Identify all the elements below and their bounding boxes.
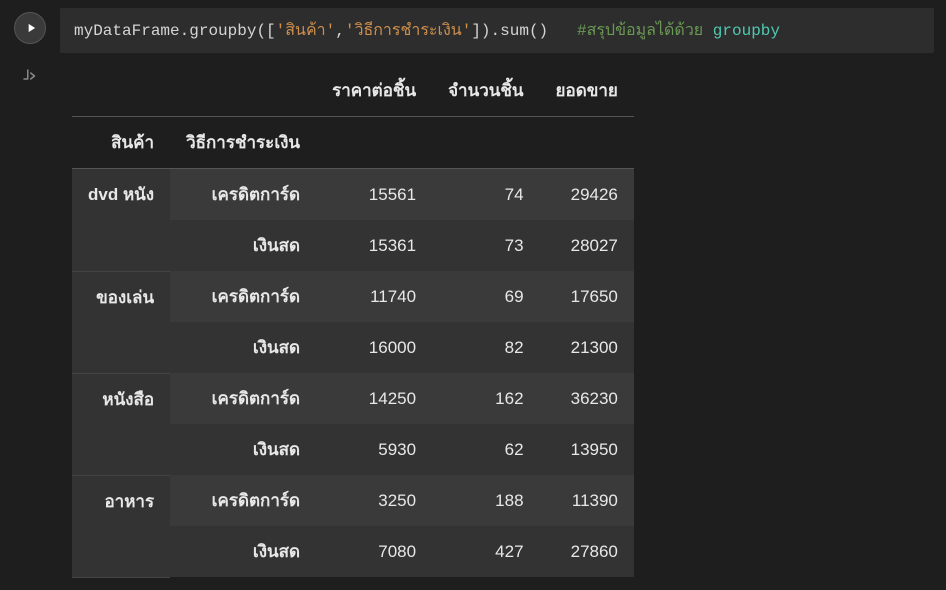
data-cell: 162 [432, 373, 539, 424]
col-header: ยอดขาย [540, 65, 634, 117]
product-index: หนังสือ [72, 373, 170, 475]
payment-index: เงินสด [170, 526, 316, 577]
output-gutter [0, 59, 60, 590]
data-cell: 13950 [540, 424, 634, 475]
run-button[interactable] [14, 12, 46, 44]
output-arrow-icon[interactable] [21, 67, 39, 85]
payment-index: เครดิตการ์ด [170, 271, 316, 322]
data-cell: 73 [432, 220, 539, 271]
table-row: อาหารเครดิตการ์ด325018811390 [72, 475, 634, 526]
payment-index: เครดิตการ์ด [170, 373, 316, 424]
index-header-row: สินค้า วิธีการชำระเงิน [72, 117, 634, 169]
output-area: ราคาต่อชิ้น จำนวนชิ้น ยอดขาย สินค้า วิธี… [60, 59, 946, 590]
data-cell: 3250 [316, 475, 432, 526]
index-header: วิธีการชำระเงิน [170, 117, 316, 169]
payment-index: เครดิตการ์ด [170, 475, 316, 526]
product-index: dvd หนัง [72, 169, 170, 272]
data-cell: 7080 [316, 526, 432, 577]
data-cell: 188 [432, 475, 539, 526]
index-header: สินค้า [72, 117, 170, 169]
data-cell: 82 [432, 322, 539, 373]
code-editor[interactable]: myDataFrame.groupby(['สินค้า','วิธีการชำ… [60, 8, 934, 53]
play-icon [24, 21, 38, 35]
column-header-row: ราคาต่อชิ้น จำนวนชิ้น ยอดขาย [72, 65, 634, 117]
table-row: หนังสือเครดิตการ์ด1425016236230 [72, 373, 634, 424]
data-cell: 14250 [316, 373, 432, 424]
data-cell: 21300 [540, 322, 634, 373]
col-header: จำนวนชิ้น [432, 65, 539, 117]
code-line: myDataFrame.groupby(['สินค้า','วิธีการชำ… [74, 22, 780, 40]
table-row: dvd หนังเครดิตการ์ด155617429426 [72, 169, 634, 221]
data-cell: 27860 [540, 526, 634, 577]
data-cell: 16000 [316, 322, 432, 373]
data-cell: 69 [432, 271, 539, 322]
data-cell: 15361 [316, 220, 432, 271]
data-cell: 36230 [540, 373, 634, 424]
data-cell: 62 [432, 424, 539, 475]
output-cell: ราคาต่อชิ้น จำนวนชิ้น ยอดขาย สินค้า วิธี… [0, 59, 946, 590]
data-cell: 74 [432, 169, 539, 221]
payment-index: เงินสด [170, 424, 316, 475]
input-gutter [0, 8, 60, 53]
data-cell: 5930 [316, 424, 432, 475]
data-cell: 29426 [540, 169, 634, 221]
data-cell: 11390 [540, 475, 634, 526]
input-cell: myDataFrame.groupby(['สินค้า','วิธีการชำ… [0, 0, 946, 53]
data-cell: 15561 [316, 169, 432, 221]
data-cell: 11740 [316, 271, 432, 322]
dataframe-table: ราคาต่อชิ้น จำนวนชิ้น ยอดขาย สินค้า วิธี… [72, 65, 634, 578]
payment-index: เงินสด [170, 220, 316, 271]
data-cell: 28027 [540, 220, 634, 271]
data-cell: 17650 [540, 271, 634, 322]
product-index: ของเล่น [72, 271, 170, 373]
data-cell: 427 [432, 526, 539, 577]
product-index: อาหาร [72, 475, 170, 577]
table-row: ของเล่นเครดิตการ์ด117406917650 [72, 271, 634, 322]
payment-index: เงินสด [170, 322, 316, 373]
payment-index: เครดิตการ์ด [170, 169, 316, 221]
col-header: ราคาต่อชิ้น [316, 65, 432, 117]
